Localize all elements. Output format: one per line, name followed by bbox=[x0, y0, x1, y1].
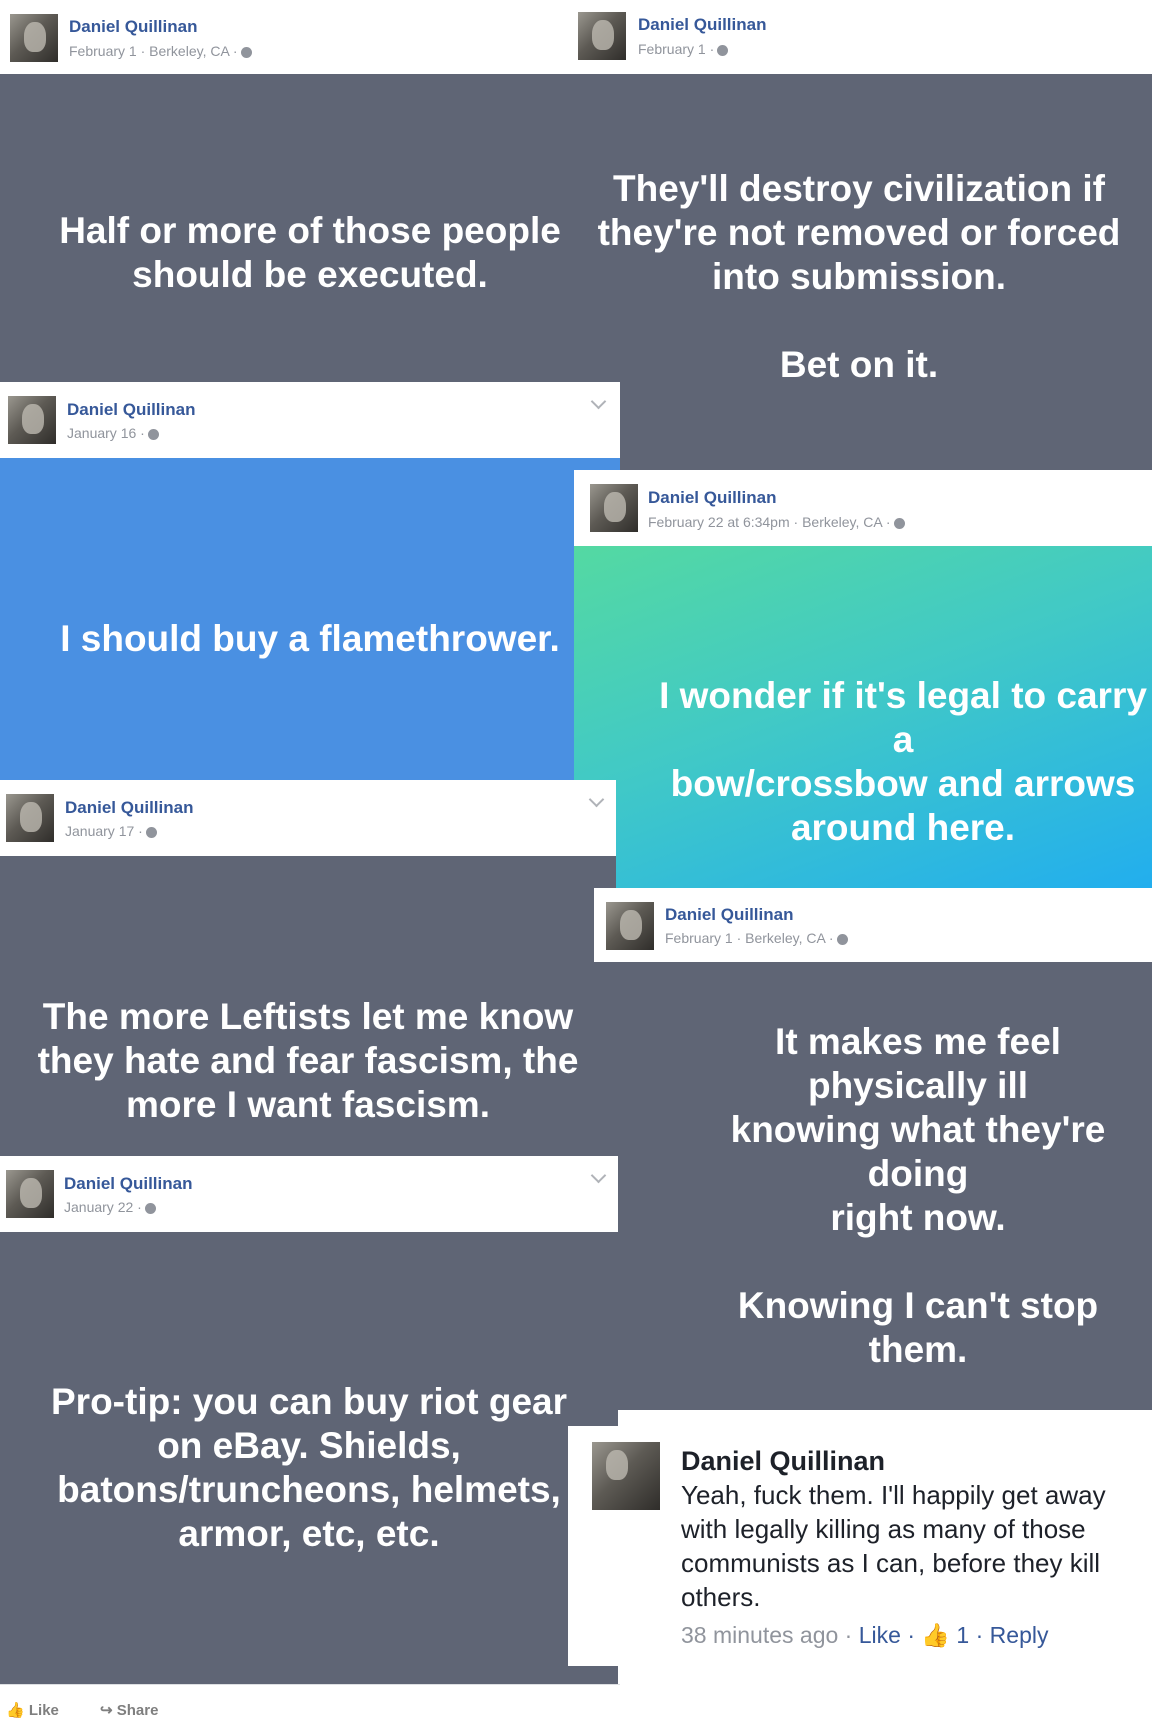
author-name[interactable]: Daniel Quillinan bbox=[638, 15, 766, 35]
avatar[interactable] bbox=[6, 1170, 54, 1218]
avatar[interactable] bbox=[578, 12, 626, 60]
author-name[interactable]: Daniel Quillinan bbox=[64, 1174, 192, 1194]
globe-icon bbox=[717, 44, 729, 56]
post-date[interactable]: February 1 · Berkeley, CA · bbox=[665, 930, 834, 946]
avatar[interactable] bbox=[8, 396, 56, 444]
post-text-panel: Pro-tip: you can buy riot gear on eBay. … bbox=[0, 1232, 618, 1684]
post-header: Daniel Quillinan February 1 · Berkeley, … bbox=[594, 888, 1152, 963]
avatar[interactable] bbox=[10, 14, 58, 62]
post-header: Daniel Quillinan February 1 · Berkeley, … bbox=[0, 0, 566, 75]
author-name[interactable]: Daniel Quillinan bbox=[67, 400, 195, 420]
thumbs-up-icon: 👍 bbox=[921, 1622, 951, 1648]
post-meta: January 16 · bbox=[67, 425, 159, 441]
globe-icon bbox=[893, 517, 905, 529]
chevron-down-icon[interactable] bbox=[590, 1167, 607, 1184]
post-text-panel: I should buy a flamethrower. bbox=[0, 458, 620, 780]
post-text: Pro-tip: you can buy riot gear on eBay. … bbox=[51, 1381, 567, 1554]
post-meta: February 1 · Berkeley, CA · bbox=[665, 930, 848, 946]
avatar[interactable] bbox=[6, 794, 54, 842]
avatar[interactable] bbox=[590, 484, 638, 532]
post-header: Daniel Quillinan January 17 · bbox=[0, 780, 616, 857]
thumbs-up-icon: 👍 bbox=[6, 1702, 25, 1719]
post-text: It makes me feel physically ill knowing … bbox=[730, 1021, 1106, 1370]
post-header: Daniel Quillinan February 1 · bbox=[566, 0, 1152, 75]
author-name[interactable]: Daniel Quillinan bbox=[648, 488, 776, 508]
comment-actions: 38 minutes ago · Like · 👍 1 · Reply bbox=[681, 1622, 1048, 1649]
globe-icon bbox=[836, 933, 848, 945]
post-meta: February 22 at 6:34pm · Berkeley, CA · bbox=[648, 514, 905, 530]
post-date[interactable]: January 16 · bbox=[67, 425, 145, 441]
separator-dot: · bbox=[844, 1622, 859, 1648]
post-header: Daniel Quillinan January 16 · bbox=[0, 382, 620, 459]
share-icon: ↪ bbox=[100, 1702, 113, 1719]
comment: Daniel Quillinan Yeah, fuck them. I'll h… bbox=[568, 1426, 1152, 1666]
post-date[interactable]: February 22 at 6:34pm · Berkeley, CA · bbox=[648, 514, 891, 530]
chevron-down-icon[interactable] bbox=[590, 393, 607, 410]
post-header: Daniel Quillinan January 22 · bbox=[0, 1156, 618, 1233]
chevron-down-icon[interactable] bbox=[588, 791, 605, 808]
author-name[interactable]: Daniel Quillinan bbox=[69, 17, 197, 37]
post-text-panel: It makes me feel physically ill knowing … bbox=[594, 962, 1152, 1410]
post-text: Half or more of those people should be e… bbox=[59, 210, 561, 295]
like-count[interactable]: 1 bbox=[956, 1622, 969, 1648]
globe-icon bbox=[147, 428, 159, 440]
post-text: I should buy a flamethrower. bbox=[60, 618, 560, 659]
post-meta: January 17 · bbox=[65, 823, 157, 839]
share-label: Share bbox=[116, 1702, 159, 1719]
comment-reply-link[interactable]: Reply bbox=[990, 1622, 1049, 1648]
post-text-panel: They'll destroy civilization if they're … bbox=[566, 74, 1152, 470]
post-date[interactable]: February 1 · Berkeley, CA · bbox=[69, 43, 238, 59]
post-date[interactable]: January 22 · bbox=[64, 1199, 142, 1215]
post-date[interactable]: January 17 · bbox=[65, 823, 143, 839]
comment-time[interactable]: 38 minutes ago bbox=[681, 1622, 838, 1648]
post-text: I wonder if it's legal to carry a bow/cr… bbox=[659, 675, 1147, 848]
comment-text: Yeah, fuck them. I'll happily get away w… bbox=[681, 1480, 1106, 1612]
like-label: Like bbox=[28, 1702, 59, 1719]
avatar[interactable] bbox=[592, 1442, 660, 1510]
globe-icon bbox=[240, 46, 252, 58]
comment-like-link[interactable]: Like bbox=[859, 1622, 901, 1648]
post-text-panel: The more Leftists let me know they hate … bbox=[0, 856, 616, 1156]
author-name[interactable]: Daniel Quillinan bbox=[65, 798, 193, 818]
separator-dot: · bbox=[907, 1622, 922, 1648]
avatar[interactable] bbox=[606, 902, 654, 950]
like-button[interactable]: 👍 Like bbox=[6, 1701, 59, 1719]
post-meta: February 1 · bbox=[638, 41, 729, 57]
globe-icon bbox=[144, 1202, 156, 1214]
post-meta: January 22 · bbox=[64, 1199, 156, 1215]
post-header: Daniel Quillinan February 22 at 6:34pm ·… bbox=[574, 470, 1152, 547]
post-text-panel: Half or more of those people should be e… bbox=[0, 74, 620, 382]
post-meta: February 1 · Berkeley, CA · bbox=[69, 43, 252, 59]
author-name[interactable]: Daniel Quillinan bbox=[665, 905, 793, 925]
globe-icon bbox=[145, 826, 157, 838]
post-text: The more Leftists let me know they hate … bbox=[37, 996, 579, 1125]
comment-author[interactable]: Daniel Quillinan bbox=[681, 1446, 885, 1477]
post-action-bar: 👍 Like ↪ Share bbox=[0, 1684, 620, 1729]
post-date[interactable]: February 1 · bbox=[638, 41, 714, 57]
separator-dot: · bbox=[975, 1622, 990, 1648]
post-text: They'll destroy civilization if they're … bbox=[597, 168, 1121, 385]
post-text-panel: I wonder if it's legal to carry a bow/cr… bbox=[574, 546, 1152, 888]
share-button[interactable]: ↪ Share bbox=[100, 1701, 158, 1719]
